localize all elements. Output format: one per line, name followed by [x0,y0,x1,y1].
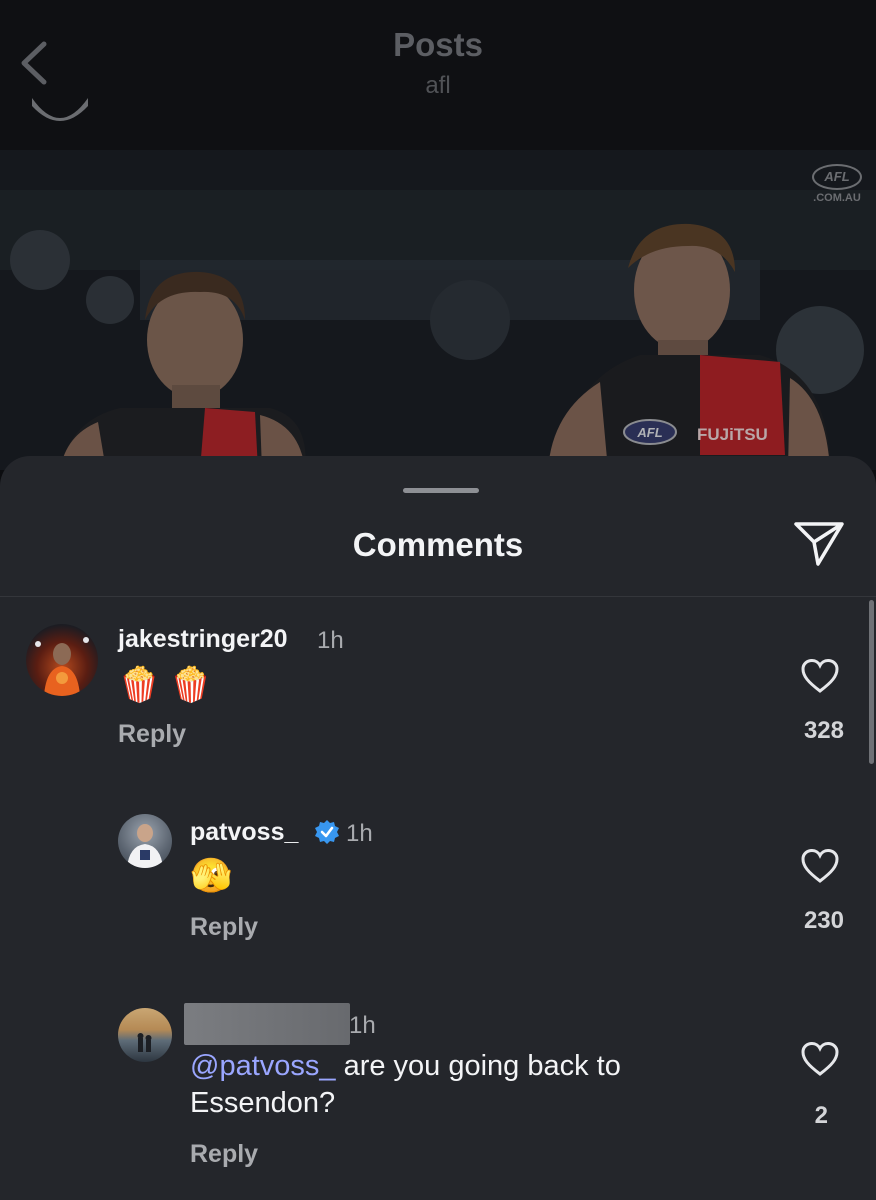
header-divider [0,596,876,597]
like-count: 2 [814,1102,828,1129]
heart-icon[interactable] [800,658,840,694]
page-title: Posts [393,26,483,63]
avatar[interactable] [118,1008,172,1062]
afl-watermark: AFL .COM.AU [810,164,864,204]
heart-icon[interactable] [800,848,840,884]
comments-title: Comments [352,526,524,563]
comment-time: 1h [317,627,344,654]
top-nav-bar: Posts afl [0,0,876,150]
send-icon[interactable] [792,518,848,570]
post-image[interactable]: AFL FUJiTSU AFL .COM.AU [0,150,876,470]
comment-text: 🍿 🍿 [118,666,213,704]
reply-button[interactable]: Reply [190,913,258,942]
comment-text: @patvoss_ are you going back to Essendon… [190,1048,750,1122]
reply-button[interactable]: Reply [118,720,186,749]
scrollbar[interactable] [869,600,874,764]
profile-avatar-partial [32,98,88,121]
like-count: 230 [803,907,844,934]
avatar-image [137,1033,152,1052]
jersey-afl-logo: AFL [636,425,662,440]
heart-icon[interactable] [800,1041,840,1077]
avatar[interactable] [118,814,172,868]
afl-logo: AFL [812,164,862,190]
sheet-drag-handle[interactable] [403,488,479,493]
comment-username[interactable]: jakestringer20 [118,625,288,654]
redacted-username [184,1003,350,1045]
reply-button[interactable]: Reply [190,1140,258,1169]
avatar-image [35,637,89,696]
comment-text: 🫣 [190,857,233,895]
page-subtitle: afl [425,72,451,99]
comments-sheet: Comments jakestringer20 1h 🍿 🍿 Reply 328 [0,456,876,1200]
post-photo-players: AFL FUJiTSU [0,150,876,470]
avatar[interactable] [26,624,98,696]
like-count: 328 [803,717,844,744]
comment-time: 1h [349,1012,376,1039]
comment-time: 1h [346,820,373,847]
avatar-image [127,824,163,868]
mention-link[interactable]: @patvoss_ [190,1050,336,1082]
afl-watermark-text: .COM.AU [813,192,861,204]
jersey-sponsor-text: FUJiTSU [697,425,768,444]
comment-username[interactable]: patvoss_ [190,818,298,847]
verified-badge-icon [315,820,339,844]
